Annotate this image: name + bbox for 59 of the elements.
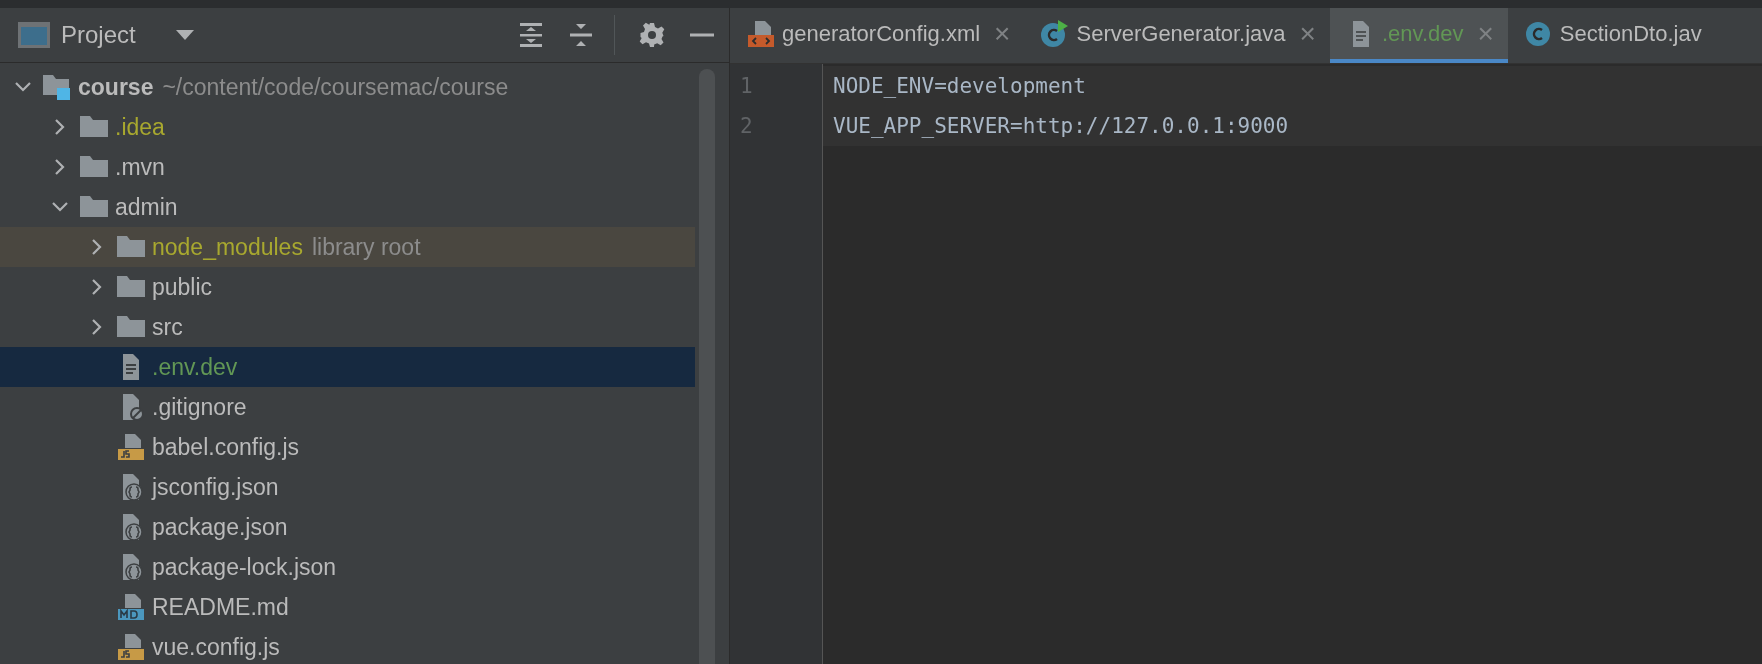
- code-line: VUE_APP_SERVER=http://127.0.0.1:9000: [833, 114, 1289, 138]
- highlighted-tree-row[interactable]: node_modules library root: [0, 227, 695, 267]
- tab-label: .env.dev: [1381, 20, 1464, 47]
- chevron-down-icon[interactable]: [15, 82, 31, 92]
- file-name: admin: [115, 193, 178, 221]
- tree-row[interactable]: public: [0, 267, 695, 307]
- caret-icon[interactable]: [175, 30, 194, 40]
- collapse-all-icon[interactable]: [568, 22, 594, 48]
- tree-row[interactable]: babel.config.js: [0, 427, 695, 467]
- tree-row[interactable]: vue.config.js: [0, 627, 695, 664]
- tree-row[interactable]: package-lock.json: [0, 547, 695, 587]
- expand-all-icon[interactable]: [518, 22, 544, 48]
- file-name: README.md: [152, 593, 289, 621]
- file-name: babel.config.js: [152, 433, 300, 461]
- module-folder-icon: [42, 73, 72, 101]
- file-name: .env.dev: [152, 353, 238, 381]
- tree-row[interactable]: package.json: [0, 507, 695, 547]
- tree-row[interactable]: .mvn: [0, 147, 695, 187]
- panel-title[interactable]: Project: [61, 21, 136, 49]
- tree-row[interactable]: README.md: [0, 587, 695, 627]
- tree-row[interactable]: .idea: [0, 107, 695, 147]
- tree-row[interactable]: admin: [0, 187, 695, 227]
- tree-row[interactable]: .gitignore: [0, 387, 695, 427]
- file-name: src: [152, 313, 183, 341]
- tree-row[interactable]: course ~/content/code/coursemac/course: [0, 67, 695, 107]
- file-name: .gitignore: [152, 393, 247, 421]
- xml-file-icon: [746, 19, 776, 48]
- tab-label: ServerGenerator.java: [1076, 20, 1286, 47]
- tree-row[interactable]: src: [0, 307, 695, 347]
- file-name: package-lock.json: [152, 553, 337, 581]
- js-file-icon: [116, 633, 146, 661]
- file-name: .idea: [115, 113, 165, 141]
- file-name: .mvn: [115, 153, 165, 181]
- project-name: course: [78, 73, 154, 101]
- chevron-right-icon[interactable]: [92, 239, 102, 255]
- chevron-right-icon[interactable]: [55, 159, 65, 175]
- settings-icon[interactable]: [639, 22, 665, 48]
- tree-row[interactable]: jsconfig.json: [0, 467, 695, 507]
- chevron-right-icon[interactable]: [55, 119, 65, 135]
- editor-tab[interactable]: ServerGenerator.java ×: [1024, 8, 1330, 63]
- chevron-right-icon[interactable]: [92, 279, 102, 295]
- folder-hint: library root: [311, 233, 421, 261]
- window-icon: [17, 21, 51, 49]
- editor-tab[interactable]: SectionDto.jav: [1507, 8, 1716, 63]
- file-name: node_modules: [152, 233, 303, 261]
- file-name: public: [152, 273, 213, 301]
- chevron-right-icon[interactable]: [92, 319, 102, 335]
- markdown-file-icon: [116, 593, 146, 621]
- file-name: package.json: [152, 513, 288, 541]
- project-path: ~/content/code/coursemac/course: [162, 73, 509, 101]
- code-line: NODE_ENV=development: [833, 74, 1086, 98]
- tab-label: generatorConfig.xml: [782, 20, 981, 47]
- tab-label: SectionDto.jav: [1559, 20, 1702, 47]
- file-name: jsconfig.json: [152, 473, 279, 501]
- selected-tree-row[interactable]: .env.dev: [0, 347, 695, 387]
- file-name: vue.config.js: [152, 633, 280, 661]
- chevron-down-icon[interactable]: [52, 202, 68, 212]
- js-file-icon: [116, 433, 146, 461]
- editor-tab[interactable]: generatorConfig.xml ×: [730, 8, 1025, 63]
